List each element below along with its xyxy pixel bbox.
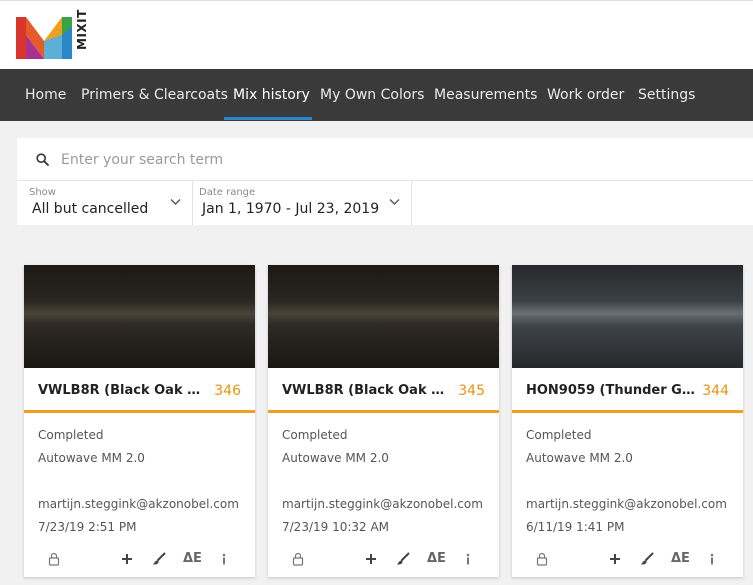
card-title: HON9059 (Thunder Grey) <box>526 383 698 398</box>
plus-icon[interactable] <box>121 551 133 567</box>
card-title: VWLB8R (Black Oak Bro... <box>38 383 210 398</box>
info-icon[interactable] <box>464 551 472 567</box>
card-number: 345 <box>458 383 485 399</box>
search-bar <box>17 138 753 181</box>
search-input[interactable] <box>59 146 713 174</box>
card-accent-rule <box>268 410 499 413</box>
card-user: martijn.steggink@akzonobel.com <box>282 497 483 511</box>
card-product: Autowave MM 2.0 <box>282 451 389 465</box>
card-timestamp: 7/23/19 10:32 AM <box>282 520 390 534</box>
card-actions: ΔE <box>512 547 743 571</box>
card-status: Completed <box>38 428 104 442</box>
main-nav: Home Primers & Clearcoats Mix history My… <box>0 69 753 121</box>
mix-card[interactable]: VWLB8R (Black Oak Bro... 345 Completed A… <box>268 265 499 577</box>
card-accent-rule <box>24 410 255 413</box>
delta-e-button[interactable]: ΔE <box>183 551 202 567</box>
color-swatch <box>24 265 255 368</box>
brush-icon[interactable] <box>396 551 410 567</box>
card-actions: ΔE <box>24 547 255 571</box>
nav-work-order[interactable]: Work order <box>547 69 624 121</box>
info-icon[interactable] <box>708 551 716 567</box>
card-accent-rule <box>512 410 743 413</box>
card-user: martijn.steggink@akzonobel.com <box>38 497 239 511</box>
card-product: Autowave MM 2.0 <box>526 451 633 465</box>
lock-icon[interactable] <box>292 551 304 567</box>
brush-icon[interactable] <box>640 551 654 567</box>
lock-icon[interactable] <box>536 551 548 567</box>
nav-settings[interactable]: Settings <box>638 69 695 121</box>
top-bar: MIXIT <box>0 0 753 69</box>
active-tab-indicator <box>224 117 312 120</box>
card-status: Completed <box>282 428 348 442</box>
color-swatch <box>268 265 499 368</box>
show-filter-label: Show <box>29 187 56 198</box>
card-title: VWLB8R (Black Oak Bro... <box>282 383 454 398</box>
card-product: Autowave MM 2.0 <box>38 451 145 465</box>
card-status: Completed <box>526 428 592 442</box>
plus-icon[interactable] <box>609 551 621 567</box>
card-actions: ΔE <box>268 547 499 571</box>
nav-my-own-colors[interactable]: My Own Colors <box>320 69 424 121</box>
card-timestamp: 6/11/19 1:41 PM <box>526 520 625 534</box>
mix-card[interactable]: VWLB8R (Black Oak Bro... 346 Completed A… <box>24 265 255 577</box>
chevron-down-icon <box>389 199 400 205</box>
card-number: 346 <box>214 383 241 399</box>
brush-icon[interactable] <box>152 551 166 567</box>
date-range-filter-select[interactable]: Date range Jan 1, 1970 - Jul 23, 2019 <box>193 181 412 225</box>
search-icon <box>36 153 49 166</box>
chevron-down-icon <box>170 199 181 205</box>
logo-wordmark: MIXIT <box>75 9 89 51</box>
info-icon[interactable] <box>220 551 228 567</box>
nav-primers-clearcoats[interactable]: Primers & Clearcoats <box>81 69 228 121</box>
date-range-value: Jan 1, 1970 - Jul 23, 2019 <box>202 201 380 217</box>
nav-measurements[interactable]: Measurements <box>434 69 537 121</box>
show-filter-value: All but cancelled <box>32 201 149 217</box>
plus-icon[interactable] <box>365 551 377 567</box>
delta-e-button[interactable]: ΔE <box>671 551 690 567</box>
mix-card[interactable]: HON9059 (Thunder Grey) 344 Completed Aut… <box>512 265 743 577</box>
card-user: martijn.steggink@akzonobel.com <box>526 497 727 511</box>
nav-mix-history[interactable]: Mix history <box>233 69 310 121</box>
card-number: 344 <box>702 383 729 399</box>
show-filter-select[interactable]: Show All but cancelled <box>17 181 193 225</box>
nav-home[interactable]: Home <box>25 69 66 121</box>
date-range-label: Date range <box>199 187 256 198</box>
delta-e-button[interactable]: ΔE <box>427 551 446 567</box>
card-timestamp: 7/23/19 2:51 PM <box>38 520 137 534</box>
color-swatch <box>512 265 743 368</box>
lock-icon[interactable] <box>48 551 60 567</box>
filter-bar: Show All but cancelled Date range Jan 1,… <box>17 181 753 225</box>
